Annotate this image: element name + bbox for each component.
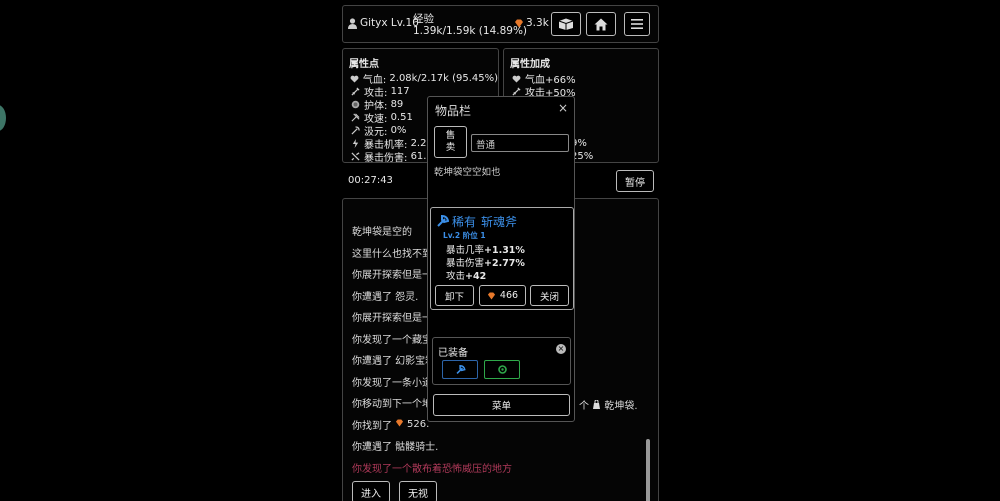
speed-icon <box>349 113 361 122</box>
empty-bag-message: 乾坤袋空空如也 <box>434 167 501 178</box>
heart-icon <box>349 75 360 83</box>
item-header: 稀有 斩魂斧 <box>436 213 517 230</box>
equipped-panel: 已装备 × <box>432 337 571 385</box>
item-stat: 暴击伤害+2.77% <box>446 258 525 269</box>
sell-price-button[interactable]: 466 <box>479 285 526 306</box>
found-amount: 526. <box>407 418 430 430</box>
bonus-panel-title: 属性加成 <box>510 59 550 70</box>
sword-icon <box>349 87 361 96</box>
heart-icon <box>510 75 522 83</box>
item-rarity: 稀有 <box>452 215 477 229</box>
unequip-button[interactable]: 卸下 <box>435 285 474 306</box>
item-stat: 暴击几率+1.31% <box>446 245 525 256</box>
item-name: 斩魂斧 <box>481 215 518 229</box>
menu-button[interactable] <box>624 12 650 36</box>
log-line: 你遭遇了 骷髅骑士. <box>352 442 439 454</box>
inventory-title: 物品栏 <box>435 104 472 118</box>
stat-label: 暴击伤害: <box>364 153 408 164</box>
rarity-filter-select[interactable]: 普通 <box>471 134 569 152</box>
item-tooltip: 稀有 斩魂斧 Lv.2 阶位 1 暴击几率+1.31% 暴击伤害+2.77% 攻击+… <box>430 207 574 310</box>
stat-value: 0.51 <box>390 112 413 123</box>
item-stat: 攻击+42 <box>446 271 487 282</box>
log-scrollbar[interactable] <box>646 439 650 501</box>
box-icon <box>558 18 574 30</box>
drain-icon <box>349 126 361 135</box>
gem-icon <box>395 419 404 430</box>
axe-icon <box>455 364 466 374</box>
item-price: 466 <box>499 290 519 301</box>
menu-bottom-button[interactable]: 菜单 <box>433 394 570 416</box>
equip-slot-accessory[interactable] <box>484 360 520 379</box>
gem-icon <box>514 19 524 31</box>
ignore-button[interactable]: 无视 <box>399 481 437 501</box>
log-line: 你发现了一个散布着恐怖威压的地方 <box>352 463 512 475</box>
log-bag-line-tail: 个 乾坤袋. <box>579 399 638 412</box>
timer: 00:27:43 <box>348 175 393 186</box>
gem-icon <box>487 291 495 300</box>
side-tab-decoration <box>0 105 6 131</box>
stat-value: 2.08k/2.17k (95.45%) <box>389 73 498 84</box>
sword-icon <box>510 87 522 96</box>
home-icon <box>594 18 608 30</box>
player-name: Gityx Lv.10 <box>360 17 419 29</box>
sell-button[interactable]: 售卖 <box>434 126 467 158</box>
enter-button[interactable]: 进入 <box>352 481 390 501</box>
exp-label: 经验 <box>413 13 434 25</box>
menu-icon <box>631 19 643 29</box>
stat-value: 89 <box>390 99 404 110</box>
crit-damage-icon <box>349 152 361 161</box>
ring-icon <box>497 365 507 374</box>
stat-value: 0% <box>390 125 407 136</box>
stat-value: 117 <box>390 86 410 97</box>
gold-value: 3.3k <box>526 17 549 29</box>
home-button[interactable] <box>586 12 616 36</box>
clear-equipped-icon[interactable]: × <box>556 344 566 354</box>
bolt-icon <box>349 139 361 148</box>
pause-button[interactable]: 暂停 <box>616 170 654 192</box>
close-icon[interactable]: × <box>558 101 568 115</box>
user-icon <box>348 18 357 32</box>
equipped-title: 已装备 <box>438 348 468 359</box>
axe-icon <box>437 215 449 227</box>
exp-value: 1.39k/1.59k (14.89%) <box>413 25 528 37</box>
inventory-button[interactable] <box>551 12 581 36</box>
stats-panel-title: 属性点 <box>349 59 379 70</box>
close-tooltip-button[interactable]: 关闭 <box>530 285 569 306</box>
equip-slot-weapon[interactable] <box>442 360 478 379</box>
bag-icon <box>589 399 604 412</box>
item-meta: Lv.2 阶位 1 <box>443 231 486 240</box>
inventory-modal: 物品栏 × 售卖 普通 乾坤袋空空如也 稀有 斩魂斧 Lv.2 阶位 1 暴击几… <box>427 96 575 422</box>
shield-icon <box>349 100 361 109</box>
header-bar: Gityx Lv.10 经验 1.39k/1.59k (14.89%) 3.3k <box>342 5 659 43</box>
